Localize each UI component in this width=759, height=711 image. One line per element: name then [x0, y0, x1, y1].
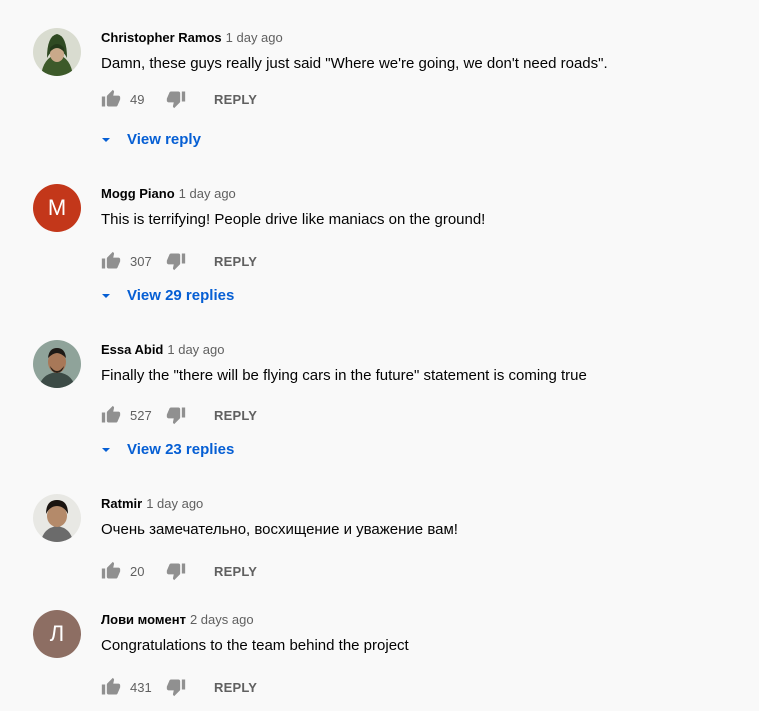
comment-time[interactable]: 1 day ago: [226, 30, 283, 45]
avatar[interactable]: [33, 340, 81, 388]
comment-header: Christopher Ramos 1 day ago: [101, 30, 283, 45]
author-name[interactable]: Лови момент: [101, 612, 186, 627]
like-count: 20: [130, 563, 145, 579]
view-replies-label: View reply: [127, 131, 201, 148]
like-count: 527: [130, 407, 152, 423]
comment-actions: 20 REPLY: [101, 559, 257, 583]
view-replies-label: View 29 replies: [127, 287, 235, 304]
thumbs-up-icon[interactable]: [101, 561, 121, 581]
comment-actions: 49 REPLY: [101, 87, 257, 111]
thumbs-down-icon[interactable]: [166, 405, 186, 425]
hooded-figure-avatar-icon: [33, 28, 81, 76]
comment-header: Essa Abid 1 day ago: [101, 342, 224, 357]
thumbs-down-icon[interactable]: [166, 89, 186, 109]
like-count: 307: [130, 253, 152, 269]
reply-button[interactable]: REPLY: [214, 254, 257, 269]
view-replies-label: View 23 replies: [127, 441, 235, 458]
like-count: 431: [130, 679, 152, 695]
comment-actions: 431 REPLY: [101, 675, 257, 699]
avatar-letter: M: [47, 195, 67, 220]
thumbs-up-icon[interactable]: [101, 251, 121, 271]
caret-down-icon: [102, 447, 110, 452]
author-name[interactable]: Essa Abid: [101, 342, 163, 357]
reply-button[interactable]: REPLY: [214, 92, 257, 107]
view-replies-button[interactable]: View 29 replies: [101, 287, 234, 304]
author-name[interactable]: Christopher Ramos: [101, 30, 222, 45]
thumbs-up-icon[interactable]: [101, 677, 121, 697]
thumbs-up-icon[interactable]: [101, 89, 121, 109]
comment-text: Очень замечательно, восхищение и уважени…: [101, 521, 458, 538]
comment-actions: 307 REPLY: [101, 249, 257, 273]
comment-time[interactable]: 1 day ago: [179, 186, 236, 201]
reply-button[interactable]: REPLY: [214, 680, 257, 695]
thumbs-down-icon[interactable]: [166, 561, 186, 581]
comment-text: Finally the "there will be flying cars i…: [101, 367, 587, 384]
person-photo-avatar-icon: [33, 494, 81, 542]
view-replies-button[interactable]: View reply: [101, 131, 201, 148]
avatar[interactable]: [33, 28, 81, 76]
comment-header: Ratmir 1 day ago: [101, 496, 203, 511]
comment-header: Mogg Piano 1 day ago: [101, 186, 236, 201]
comment-text: Damn, these guys really just said "Where…: [101, 55, 608, 72]
thumbs-up-icon[interactable]: [101, 405, 121, 425]
view-replies-button[interactable]: View 23 replies: [101, 441, 234, 458]
reply-button[interactable]: REPLY: [214, 408, 257, 423]
reply-button[interactable]: REPLY: [214, 564, 257, 579]
comment-time[interactable]: 1 day ago: [146, 496, 203, 511]
avatar[interactable]: [33, 494, 81, 542]
comment-text: Congratulations to the team behind the p…: [101, 637, 409, 654]
author-name[interactable]: Ratmir: [101, 496, 142, 511]
person-photo-avatar-icon: [33, 340, 81, 388]
like-count: 49: [130, 91, 145, 107]
author-name[interactable]: Mogg Piano: [101, 186, 175, 201]
comment-actions: 527 REPLY: [101, 403, 257, 427]
comment-text: This is terrifying! People drive like ma…: [101, 211, 486, 228]
caret-down-icon: [102, 137, 110, 142]
comment-time[interactable]: 2 days ago: [190, 612, 254, 627]
avatar[interactable]: Л: [33, 610, 81, 658]
avatar[interactable]: M: [33, 184, 81, 232]
caret-down-icon: [102, 293, 110, 298]
comment-time[interactable]: 1 day ago: [167, 342, 224, 357]
thumbs-down-icon[interactable]: [166, 251, 186, 271]
thumbs-down-icon[interactable]: [166, 677, 186, 697]
comment-header: Лови момент 2 days ago: [101, 612, 254, 627]
avatar-letter: Л: [49, 621, 65, 646]
